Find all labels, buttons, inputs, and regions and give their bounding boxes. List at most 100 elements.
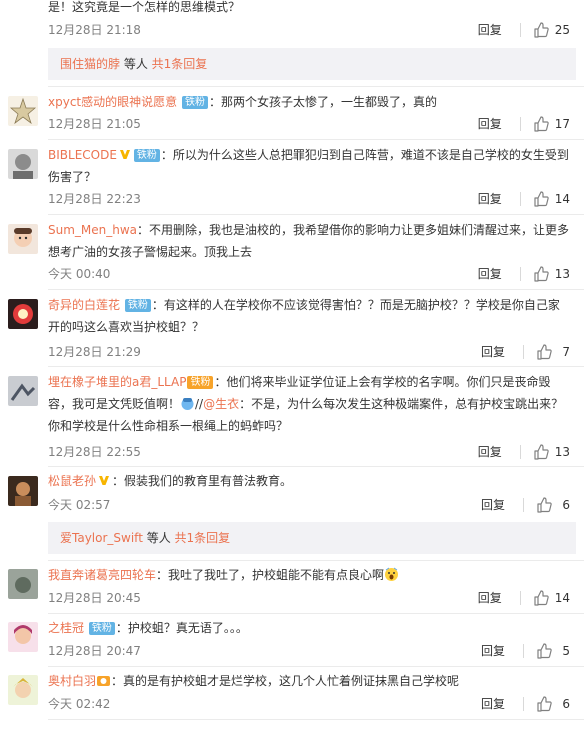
like-button[interactable]: 13 (533, 444, 570, 460)
action-divider (519, 23, 521, 37)
fan-badge: 铁粉 (187, 376, 214, 389)
avatar[interactable] (8, 476, 38, 506)
divider (48, 366, 584, 367)
like-count: 7 (562, 345, 570, 359)
comment-meta: 今天 02:57 回复 6 (48, 497, 570, 513)
fan-badge: 铁粉 (133, 149, 160, 162)
reply-button[interactable]: 回复 (478, 590, 502, 606)
reply-button[interactable]: 回复 (478, 191, 502, 207)
avatar[interactable] (8, 96, 38, 126)
thumbs-up-icon (537, 497, 552, 513)
comment-text: 奥村白羽 ：真的是有护校蛆才是烂学校，这几个人忙着例证抹黑自己学校呢 (48, 670, 570, 692)
comment-meta: 12月28日 21:05 回复 17 (48, 116, 570, 132)
thumbs-up-icon (534, 590, 549, 606)
comment-meta: 今天 02:42 回复 6 (48, 696, 570, 712)
reply-button[interactable]: 回复 (478, 116, 502, 132)
divider (48, 214, 584, 215)
comment-actions: 回复 13 (478, 444, 570, 460)
thumbs-up-icon (534, 191, 549, 207)
divider (48, 560, 584, 561)
comment-username[interactable]: 松鼠老孙 (48, 474, 96, 488)
reply-button[interactable]: 回复 (478, 444, 502, 460)
comment-body: ：我吐了我吐了，护校蛆能不能有点良心啊 (156, 568, 385, 582)
comment-text: 松鼠老孙 ：假装我们的教育里有普法教育。 (48, 470, 570, 492)
reply-button[interactable]: 回复 (481, 344, 505, 360)
like-button[interactable]: 5 (536, 643, 570, 659)
action-divider (523, 498, 524, 512)
comment-username[interactable]: 之桂冠 (48, 621, 84, 635)
like-count: 25 (554, 23, 570, 37)
comment-username[interactable]: 我直奔诸葛亮四轮车 (48, 568, 156, 582)
comment-actions: 回复 7 (481, 344, 570, 360)
like-button[interactable]: 25 (533, 22, 570, 38)
etc-label: 等人 (142, 531, 175, 545)
comment-username[interactable]: Sum_Men_hwa (48, 223, 137, 237)
divider (48, 466, 584, 467)
more-replies-bar[interactable]: 爱Taylor_Swift 等人 共1条回复 (48, 522, 576, 554)
comment-body: ：真的是有护校蛆才是烂学校，这几个人忙着例证抹黑自己学校呢 (111, 674, 460, 688)
avatar[interactable] (8, 675, 38, 705)
reply-user-link[interactable]: 围住猫的脖 (60, 57, 120, 71)
comment-text: 我直奔诸葛亮四轮车：我吐了我吐了，护校蛆能不能有点良心啊 (48, 564, 570, 586)
action-divider (519, 591, 521, 605)
view-replies-link[interactable]: 共1条回复 (152, 57, 208, 71)
like-button[interactable]: 14 (533, 191, 570, 207)
comment-text: BIBLECODE 铁粉 ：所以为什么这些人总把罪犯归到自己阵营，难道不该是自己学校… (48, 144, 570, 188)
scream-face-icon (385, 567, 399, 581)
divider (48, 719, 584, 720)
mention-link[interactable]: @生衣 (203, 397, 239, 411)
avatar[interactable] (8, 622, 38, 652)
comment-text: 奇异的白莲花 铁粉 ：有这样的人在学校你不应该觉得害怕？？而是无脑护校？？学校是你… (48, 294, 570, 338)
comment-actions: 回复 6 (481, 696, 570, 712)
comment-time: 12月28日 22:23 (48, 192, 141, 206)
comment-meta: 12月28日 21:29 回复 7 (48, 344, 570, 360)
comment-meta: 12月28日 22:55 回复 13 (48, 444, 570, 460)
comment-username[interactable]: BIBLECODE (48, 148, 117, 162)
comment-time: 12月28日 20:47 (48, 644, 141, 658)
like-button[interactable]: 13 (533, 266, 570, 282)
avatar[interactable] (8, 149, 38, 179)
avatar[interactable] (8, 224, 38, 254)
fan-badge: 铁粉 (181, 96, 208, 109)
like-button[interactable]: 17 (533, 116, 570, 132)
action-divider (523, 697, 524, 711)
avatar[interactable] (8, 376, 38, 406)
comment-actions: 回复 17 (478, 116, 570, 132)
comment-username[interactable]: xpyct感动的眼神说愿意 (48, 95, 177, 109)
reply-button[interactable]: 回复 (478, 266, 502, 282)
reply-button[interactable]: 回复 (481, 643, 505, 659)
divider (48, 86, 584, 87)
comment-body: ：那两个女孩子太惨了，一生都毁了，真的 (208, 95, 437, 109)
like-button[interactable]: 14 (533, 590, 570, 606)
action-divider (519, 445, 521, 459)
like-button[interactable]: 7 (536, 344, 570, 360)
action-divider (519, 192, 521, 206)
comment-username[interactable]: 奥村白羽 (48, 674, 96, 688)
fan-level-icon (97, 676, 111, 686)
comment-body: ：假装我们的教育里有普法教育。 (112, 474, 293, 488)
thumbs-up-icon (537, 643, 552, 659)
v-verified-icon (99, 476, 110, 485)
comment-actions: 回复 13 (478, 266, 570, 282)
comment-username[interactable]: 奇异的白莲花 (48, 298, 120, 312)
comment-time: 12月28日 21:29 (48, 345, 141, 359)
thumbs-up-icon (537, 344, 552, 360)
divider (48, 289, 584, 290)
comment-text: Sum_Men_hwa：不用删除，我也是油校的，我希望借你的影响力让更多姐妹们清… (48, 219, 570, 263)
avatar[interactable] (8, 569, 38, 599)
reply-button[interactable]: 回复 (481, 497, 505, 513)
action-divider (519, 267, 521, 281)
like-count: 13 (554, 445, 570, 459)
reply-button[interactable]: 回复 (481, 696, 505, 712)
reply-user-link[interactable]: 爱Taylor_Swift (60, 531, 143, 545)
comment-username[interactable]: 埋在橡子堆里的a君_LLAP (48, 375, 186, 389)
avatar[interactable] (8, 299, 38, 329)
comment-text: 是！这究竟是一个怎样的思维模式？ (48, 0, 241, 14)
like-count: 6 (562, 697, 570, 711)
like-button[interactable]: 6 (536, 497, 570, 513)
view-replies-link[interactable]: 共1条回复 (175, 531, 231, 545)
like-button[interactable]: 6 (536, 696, 570, 712)
divider (48, 666, 584, 667)
more-replies-bar[interactable]: 围住猫的脖 等人 共1条回复 (48, 48, 576, 80)
reply-button[interactable]: 回复 (478, 22, 502, 38)
